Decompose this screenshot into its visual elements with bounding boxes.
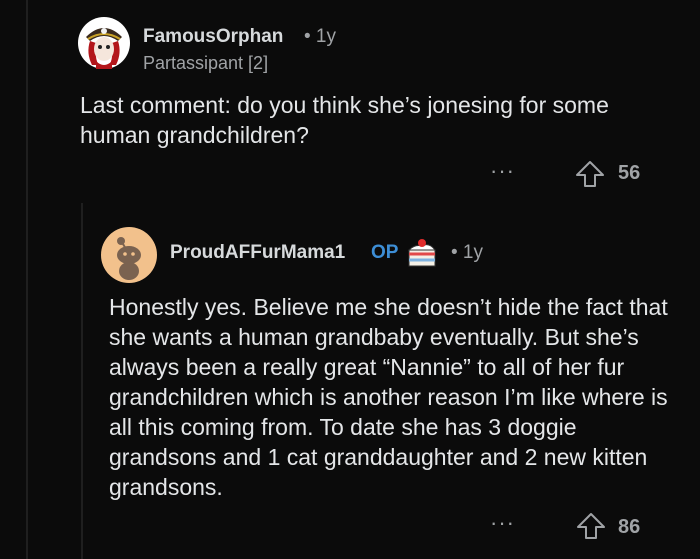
snoo-avatar-icon[interactable]	[101, 227, 157, 283]
username[interactable]: FamousOrphan	[143, 26, 283, 48]
upvote-icon[interactable]	[576, 512, 606, 540]
user-flair: Partassipant [2]	[143, 53, 269, 73]
op-badge: OP	[371, 242, 399, 263]
comment: FamousOrphan • 1y Partassipant [2] Last …	[0, 0, 700, 200]
upvote-icon[interactable]	[575, 160, 605, 188]
vote-score: 56	[618, 162, 641, 184]
more-options-button[interactable]: ···	[490, 512, 515, 534]
comment-body: Last comment: do you think she’s jonesin…	[80, 92, 609, 148]
comment-body: Honestly yes. Believe me she doesn’t hid…	[109, 294, 668, 500]
pirate-avatar-icon[interactable]	[78, 17, 130, 69]
cake-day-icon	[407, 239, 437, 267]
more-options-button[interactable]: ···	[490, 160, 515, 182]
comment-age: • 1y	[451, 242, 483, 263]
comment-reply: ProudAFFurMama1 OP • 1y Honestly yes. Be…	[0, 210, 700, 559]
vote-score: 86	[618, 516, 641, 538]
username[interactable]: ProudAFFurMama1	[170, 242, 345, 264]
comment-age: • 1y	[304, 26, 336, 47]
